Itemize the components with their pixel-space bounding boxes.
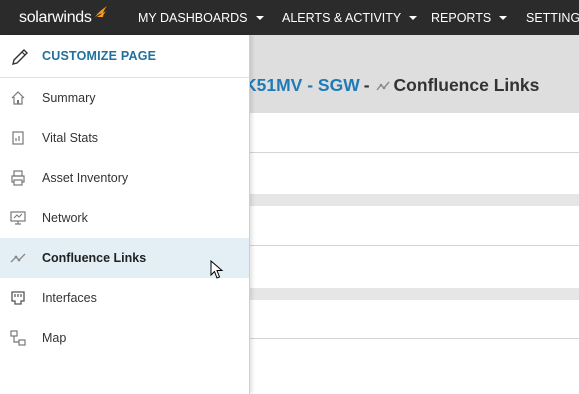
printer-icon xyxy=(10,170,26,186)
home-icon xyxy=(10,90,26,106)
ethernet-port-icon xyxy=(10,290,26,306)
links-icon xyxy=(376,80,390,92)
menu-item-map[interactable]: Map xyxy=(0,318,249,358)
menu-item-label: Summary xyxy=(42,91,96,105)
page-title-text: Confluence Links xyxy=(393,75,540,95)
solarwinds-logo[interactable]: solarwinds xyxy=(19,5,108,29)
menu-item-label: Vital Stats xyxy=(42,131,99,145)
nav-alerts-activity[interactable]: ALERTS & ACTIVITY xyxy=(282,0,418,35)
page-side-menu: CUSTOMIZE PAGE Summary Vital Stats Asset… xyxy=(0,35,250,394)
mouse-cursor-icon xyxy=(210,259,224,285)
page-title: K51MV - SGW - Confluence Links xyxy=(244,75,539,96)
nav-settings[interactable]: SETTINGS xyxy=(526,0,579,35)
menu-item-vital-stats[interactable]: Vital Stats xyxy=(0,118,249,158)
nav-my-dashboards-label: MY DASHBOARDS xyxy=(138,10,248,25)
nav-alerts-activity-label: ALERTS & ACTIVITY xyxy=(282,10,402,25)
top-navigation-bar: solarwinds MY DASHBOARDS ALERTS & ACTIVI… xyxy=(0,0,579,35)
links-icon xyxy=(10,250,26,266)
nav-settings-label: SETTINGS xyxy=(526,10,579,25)
menu-item-label: Map xyxy=(42,331,67,345)
logo-text: solarwinds xyxy=(19,9,92,26)
customize-page-label: CUSTOMIZE PAGE xyxy=(42,49,157,63)
network-map-icon xyxy=(10,330,26,346)
title-separator: - xyxy=(363,75,370,95)
customize-page-button[interactable]: CUSTOMIZE PAGE xyxy=(0,35,249,78)
chart-icon xyxy=(10,130,26,146)
menu-item-summary[interactable]: Summary xyxy=(0,78,249,118)
menu-item-label: Interfaces xyxy=(42,291,97,305)
menu-item-label: Network xyxy=(42,211,88,225)
menu-item-label: Confluence Links xyxy=(42,251,147,265)
chevron-down-icon xyxy=(499,15,508,20)
nav-reports[interactable]: REPORTS xyxy=(431,0,508,35)
pencil-icon xyxy=(10,47,30,72)
chevron-down-icon xyxy=(255,15,264,20)
nav-my-dashboards[interactable]: MY DASHBOARDS xyxy=(138,0,264,35)
monitor-icon xyxy=(10,210,26,226)
nav-reports-label: REPORTS xyxy=(431,10,492,25)
chevron-down-icon xyxy=(409,15,418,20)
node-link[interactable]: K51MV - SGW xyxy=(244,75,360,96)
menu-item-label: Asset Inventory xyxy=(42,171,129,185)
menu-item-network[interactable]: Network xyxy=(0,198,249,238)
flame-icon xyxy=(94,5,108,24)
menu-item-asset-inventory[interactable]: Asset Inventory xyxy=(0,158,249,198)
